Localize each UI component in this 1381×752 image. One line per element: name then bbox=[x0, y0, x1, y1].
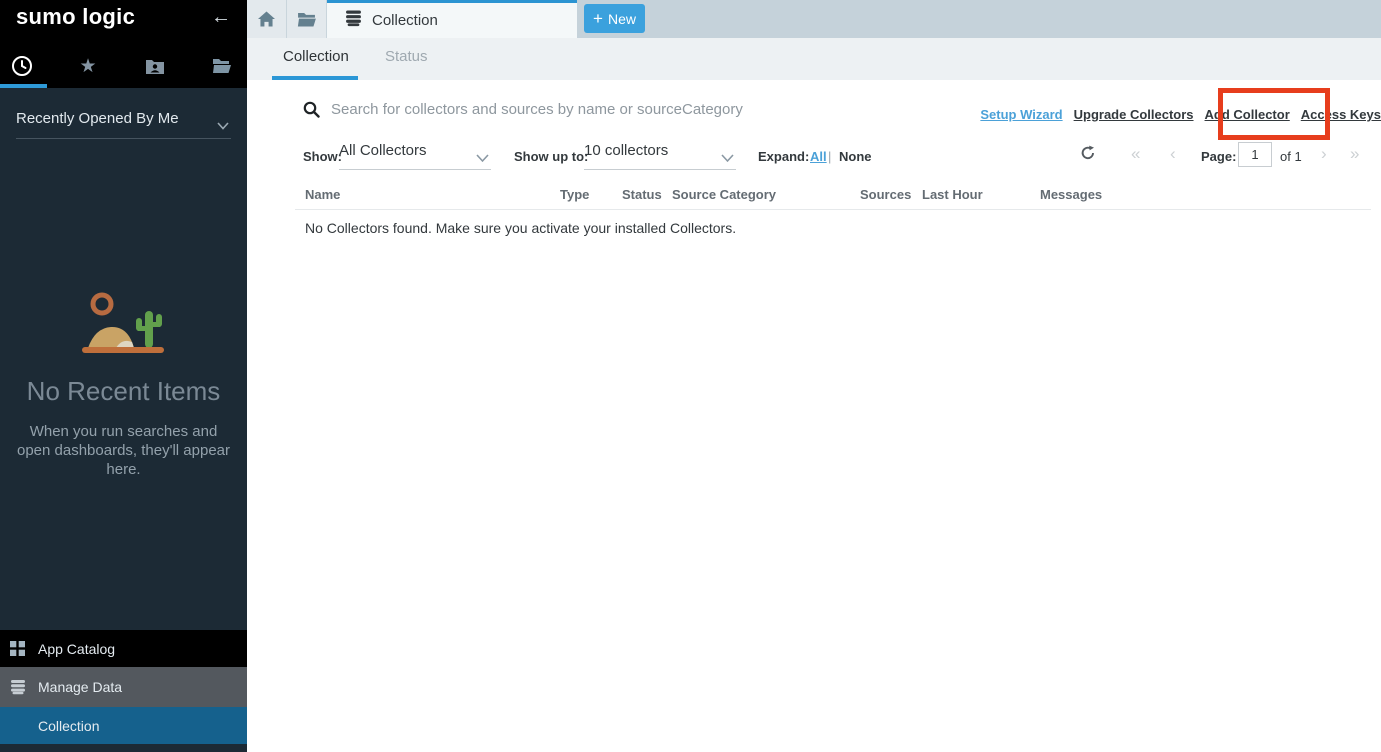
sidebar-icon-row: ★ bbox=[0, 50, 247, 82]
plus-icon: + bbox=[593, 9, 603, 29]
sidebar-item-label: Collection bbox=[38, 718, 99, 734]
sidebar-bottom-nav: App Catalog Manage Data Collection bbox=[0, 630, 247, 752]
subtab-status[interactable]: Status bbox=[385, 48, 428, 65]
no-recent-items-title: No Recent Items bbox=[0, 376, 247, 407]
home-button[interactable] bbox=[247, 0, 287, 38]
show-up-to-label: Show up to: bbox=[514, 149, 588, 164]
table-header-divider bbox=[295, 209, 1371, 210]
desert-empty-state-illustration bbox=[58, 291, 188, 359]
prev-page-icon[interactable]: ‹ bbox=[1170, 144, 1176, 164]
sidebar-header: sumo logic ← ★ bbox=[0, 0, 247, 88]
expand-none-link[interactable]: None bbox=[839, 149, 872, 164]
search-icon bbox=[303, 101, 320, 123]
sidebar-nav-spacer bbox=[0, 744, 247, 752]
subtab-bar: Collection Status bbox=[247, 38, 1381, 80]
chevron-down-icon bbox=[721, 150, 734, 168]
show-up-to-dropdown[interactable]: 10 collectors bbox=[584, 142, 736, 170]
recent-scope-label: Recently Opened By Me bbox=[16, 110, 179, 127]
no-recent-items-description: When you run searches and open dashboard… bbox=[14, 422, 233, 479]
top-tab-bar: Collection + New bbox=[247, 0, 1381, 38]
chevron-down-icon bbox=[217, 117, 229, 135]
setup-wizard-link[interactable]: Setup Wizard bbox=[980, 107, 1062, 122]
tab-collection[interactable]: Collection bbox=[327, 0, 577, 38]
access-keys-link[interactable]: Access Keys bbox=[1301, 107, 1381, 122]
next-page-icon[interactable]: › bbox=[1321, 144, 1327, 164]
folder-icon bbox=[297, 12, 316, 27]
sidebar-item-manage-data[interactable]: Manage Data bbox=[0, 667, 247, 707]
subtab-collection[interactable]: Collection bbox=[283, 48, 349, 65]
page-number-input[interactable] bbox=[1238, 142, 1272, 167]
action-links: Setup Wizard Upgrade Collectors Add Coll… bbox=[980, 107, 1381, 122]
sidebar-item-label: Manage Data bbox=[38, 679, 122, 695]
expand-label: Expand: bbox=[758, 149, 809, 164]
column-header-name: Name bbox=[305, 187, 340, 202]
recent-clock-icon[interactable] bbox=[7, 52, 37, 80]
column-header-status: Status bbox=[622, 187, 662, 202]
favorites-star-icon[interactable]: ★ bbox=[73, 52, 103, 80]
sumo-logic-logo: sumo logic bbox=[16, 4, 135, 30]
recent-items-panel: Recently Opened By Me No R bbox=[0, 88, 247, 628]
search-input[interactable] bbox=[331, 96, 931, 122]
shared-folder-icon[interactable] bbox=[140, 52, 170, 80]
add-collector-link[interactable]: Add Collector bbox=[1205, 107, 1290, 122]
show-dropdown[interactable]: All Collectors bbox=[339, 142, 491, 170]
collection-content: Setup Wizard Upgrade Collectors Add Coll… bbox=[247, 80, 1381, 752]
column-header-last-hour: Last Hour bbox=[922, 187, 983, 202]
database-icon bbox=[10, 678, 28, 696]
column-header-type: Type bbox=[560, 187, 589, 202]
refresh-icon[interactable] bbox=[1080, 145, 1096, 164]
chevron-down-icon bbox=[476, 150, 489, 168]
app-root: sumo logic ← ★ Recently Opened By Me bbox=[0, 0, 1381, 752]
upgrade-collectors-link[interactable]: Upgrade Collectors bbox=[1074, 107, 1194, 122]
column-header-source-category: Source Category bbox=[672, 187, 776, 202]
app-catalog-grid-icon bbox=[10, 640, 28, 658]
column-header-sources: Sources bbox=[860, 187, 911, 202]
new-button[interactable]: + New bbox=[584, 4, 645, 33]
database-icon bbox=[345, 10, 362, 32]
page-label: Page: bbox=[1201, 149, 1236, 164]
main-area: Collection + New Collection Status Setup… bbox=[247, 0, 1381, 752]
tab-title: Collection bbox=[372, 12, 438, 29]
home-icon bbox=[258, 11, 275, 27]
library-tab-button[interactable] bbox=[287, 0, 327, 38]
sidebar-item-app-catalog[interactable]: App Catalog bbox=[0, 630, 247, 667]
page-total: of 1 bbox=[1280, 149, 1302, 164]
recent-scope-dropdown[interactable]: Recently Opened By Me bbox=[16, 110, 231, 139]
show-label: Show: bbox=[303, 149, 342, 164]
column-header-messages: Messages bbox=[1040, 187, 1102, 202]
sidebar-item-collection[interactable]: Collection bbox=[0, 707, 247, 744]
expand-all-link[interactable]: All bbox=[810, 149, 827, 164]
sidebar: sumo logic ← ★ Recently Opened By Me bbox=[0, 0, 247, 752]
expand-separator: | bbox=[828, 149, 831, 164]
first-page-icon[interactable]: « bbox=[1131, 144, 1140, 164]
last-page-icon[interactable]: » bbox=[1350, 144, 1359, 164]
sidebar-item-label: App Catalog bbox=[38, 641, 115, 657]
library-folder-icon[interactable] bbox=[207, 52, 237, 80]
collapse-sidebar-icon[interactable]: ← bbox=[211, 6, 231, 29]
no-collectors-message: No Collectors found. Make sure you activ… bbox=[305, 220, 736, 236]
